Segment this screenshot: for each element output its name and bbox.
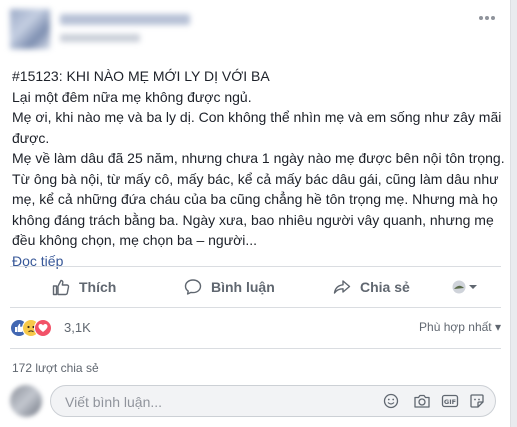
comment-input[interactable] — [63, 392, 367, 412]
share-button[interactable]: Chia sẻ — [333, 268, 410, 306]
profile-selector-icon — [452, 280, 477, 294]
more-options-icon[interactable] — [478, 12, 496, 22]
comment-icon — [184, 279, 202, 295]
divider — [10, 348, 501, 349]
svg-text:GIF: GIF — [444, 398, 456, 406]
post-line-1: Lại một đêm nữa mẹ không được ngủ. — [12, 88, 252, 105]
post-card: #15123: KHI NÀO MẸ MỚI LY DỊ VỚI BA Lại … — [0, 0, 511, 427]
post-line-3: Mẹ về làm dâu đã 25 năm, nhưng chưa 1 ng… — [12, 150, 505, 248]
comment-sort-dropdown[interactable]: Phù hợp nhất ▾ — [419, 320, 501, 334]
divider — [10, 307, 501, 308]
share-icon — [333, 280, 351, 294]
like-icon — [52, 279, 70, 296]
post-timestamp[interactable] — [60, 34, 140, 42]
reaction-count[interactable]: 3,1K — [64, 320, 91, 335]
emoji-icon[interactable] — [383, 393, 399, 409]
reactions-summary: 3,1K Phù hợp nhất ▾ — [10, 316, 501, 340]
like-label: Thích — [79, 279, 117, 295]
comment-label: Bình luận — [211, 279, 275, 295]
post-line-2: Mẹ ơi, khi nào mẹ và ba ly dị. Con không… — [12, 109, 502, 146]
post-body: #15123: KHI NÀO MẸ MỚI LY DỊ VỚI BA Lại … — [12, 66, 506, 271]
action-bar: Thích Bình luận Chia sẻ — [0, 268, 511, 306]
like-button[interactable]: Thích — [52, 268, 116, 306]
love-reaction-icon[interactable] — [34, 319, 52, 337]
share-label: Chia sẻ — [360, 279, 410, 295]
author-avatar[interactable] — [10, 9, 50, 49]
gif-icon[interactable]: GIF — [441, 393, 459, 409]
comment-composer: GIF — [10, 383, 501, 419]
share-count[interactable]: 172 lượt chia sẻ — [12, 361, 99, 375]
profile-selector[interactable] — [451, 268, 488, 306]
user-avatar[interactable] — [10, 385, 42, 417]
sticker-icon[interactable] — [469, 393, 485, 409]
camera-icon[interactable] — [413, 393, 430, 409]
author-name[interactable] — [60, 14, 190, 25]
post-title: #15123: KHI NÀO MẸ MỚI LY DỊ VỚI BA — [12, 68, 270, 84]
comment-input-wrapper: GIF — [50, 385, 496, 417]
divider — [10, 266, 501, 267]
comment-button[interactable]: Bình luận — [184, 268, 275, 306]
